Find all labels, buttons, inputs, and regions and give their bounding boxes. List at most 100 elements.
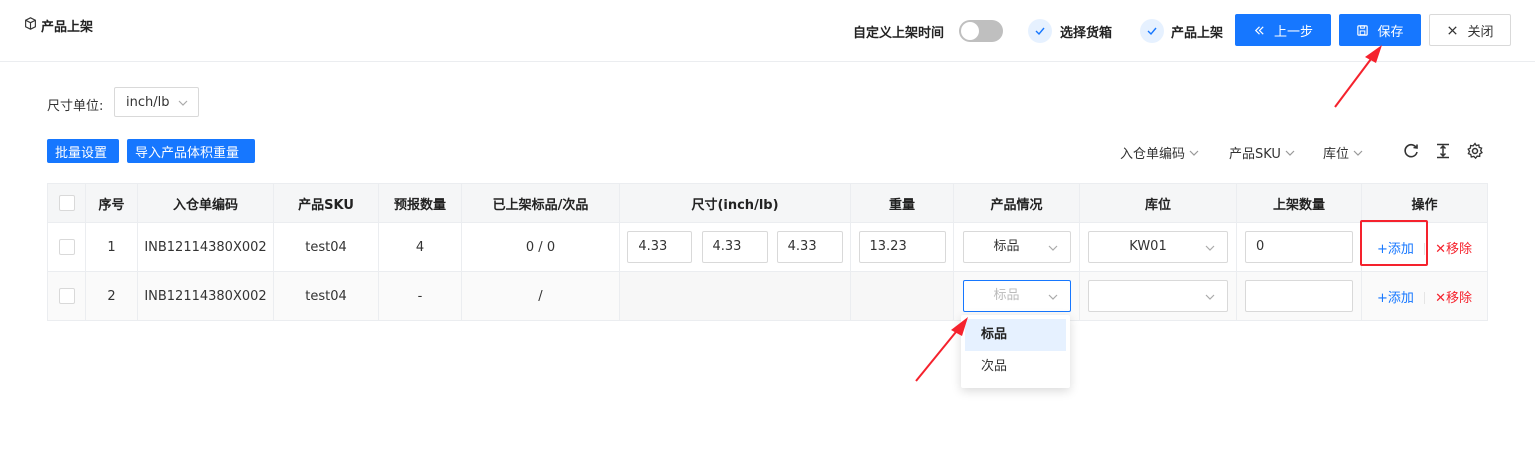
location-select[interactable] [1088, 280, 1228, 312]
col-location: 库位 [1079, 183, 1237, 223]
row-dimension-cell [619, 271, 851, 321]
filter-order-code-label: 入仓单编码 [1120, 147, 1186, 162]
col-weight: 重量 [850, 183, 954, 223]
save-button[interactable]: 保存 [1339, 14, 1421, 46]
save-icon [1357, 24, 1369, 36]
col-condition: 产品情况 [953, 183, 1080, 223]
remove-button[interactable]: ✕移除 [1435, 242, 1472, 257]
chevron-down-icon [1048, 245, 1057, 251]
prev-step-label: 上一步 [1273, 24, 1313, 40]
col-index: 序号 [85, 183, 138, 223]
condition-placeholder: 标品 [993, 288, 1020, 303]
column-height-icon[interactable] [1434, 142, 1452, 160]
col-order-code: 入仓单编码 [137, 183, 274, 223]
chevron-down-icon [1205, 245, 1215, 251]
col-sku: 产品SKU [273, 183, 379, 223]
quantity-input[interactable]: 0 [1245, 231, 1353, 263]
arrow-to-save [1334, 54, 1375, 108]
switch-knob [961, 22, 979, 40]
row-order-code: INB12114380X002 [137, 222, 274, 272]
custom-time-label: 自定义上架时间 [853, 26, 945, 41]
custom-time-switch[interactable] [959, 20, 1003, 42]
height-input[interactable]: 4.33 [776, 231, 843, 263]
chevron-down-icon [1189, 150, 1199, 156]
cube-icon [24, 17, 37, 34]
row-checkbox-cell [47, 222, 86, 272]
check-icon [1028, 19, 1052, 43]
filter-sku[interactable]: 产品SKU [1229, 143, 1295, 162]
row-checkbox-cell [47, 271, 86, 321]
page-header: 产品上架 自定义上架时间 选择货箱 产品上架 上一步 保存 关闭 [0, 0, 1535, 62]
close-label: 关闭 [1467, 24, 1494, 40]
chevron-down-icon [178, 100, 188, 106]
row-quantity-cell [1236, 271, 1362, 321]
length-input[interactable]: 4.33 [627, 231, 693, 263]
save-label: 保存 [1377, 24, 1404, 40]
unit-select[interactable]: inch/lb [114, 87, 199, 117]
dropdown-option-defective[interactable]: 次品 [965, 351, 1066, 383]
weight-input[interactable]: 13.23 [858, 231, 946, 263]
chevron-down-icon [1205, 294, 1215, 300]
row-actions-cell: +添加 ✕移除 [1361, 271, 1488, 321]
page-title: 产品上架 [24, 16, 93, 35]
highlight-box [1360, 220, 1428, 266]
row-checkbox[interactable] [58, 239, 75, 255]
filter-sku-label: 产品SKU [1229, 147, 1281, 162]
row-order-code: INB12114380X002 [137, 271, 274, 321]
row-location-cell [1079, 271, 1237, 321]
refresh-icon[interactable] [1402, 142, 1420, 160]
col-shelved: 已上架标品/次品 [461, 183, 620, 223]
step-product-shelf: 产品上架 [1171, 26, 1224, 41]
width-input[interactable]: 4.33 [701, 231, 768, 263]
row-checkbox[interactable] [58, 288, 75, 304]
location-value: KW01 [1129, 239, 1167, 254]
row-index: 1 [85, 222, 138, 272]
condition-select[interactable]: 标品 [962, 280, 1071, 312]
close-button[interactable]: 关闭 [1429, 14, 1511, 46]
double-chevron-left-icon [1254, 25, 1264, 35]
action-divider [1424, 292, 1425, 304]
table-row: 1 INB12114380X002 test04 4 0 / 0 4.33 4.… [47, 222, 1488, 272]
row-weight-cell: 13.23 [850, 222, 954, 272]
table-header-row: 序号 入仓单编码 产品SKU 预报数量 已上架标品/次品 尺寸(inch/lb)… [47, 183, 1488, 223]
select-all-checkbox[interactable] [58, 195, 75, 211]
gear-icon[interactable] [1466, 142, 1484, 160]
import-volume-weight-label: 导入产品体积重量 [135, 145, 240, 161]
col-forecast: 预报数量 [378, 183, 462, 223]
row-dimension-cell: 4.33 4.33 4.33 [619, 222, 851, 272]
filter-location[interactable]: 库位 [1323, 143, 1363, 162]
row-index: 2 [85, 271, 138, 321]
prev-step-button[interactable]: 上一步 [1235, 14, 1331, 46]
import-volume-weight-button[interactable]: 导入产品体积重量 [127, 139, 255, 163]
check-icon [1140, 19, 1164, 43]
row-forecast: - [378, 271, 462, 321]
row-condition-cell: 标品 [953, 222, 1080, 272]
shelving-table: 序号 入仓单编码 产品SKU 预报数量 已上架标品/次品 尺寸(inch/lb)… [47, 183, 1488, 321]
row-shelved: / [461, 271, 620, 321]
row-quantity-cell: 0 [1236, 222, 1362, 272]
row-shelved: 0 / 0 [461, 222, 620, 272]
condition-select[interactable]: 标品 [962, 231, 1071, 263]
col-actions: 操作 [1361, 183, 1488, 223]
chevron-down-icon [1353, 150, 1363, 156]
select-all-cell [47, 183, 86, 223]
close-icon [1448, 25, 1458, 35]
chevron-down-icon [1285, 150, 1295, 156]
batch-settings-button[interactable]: 批量设置 [47, 139, 119, 163]
row-sku: test04 [273, 271, 379, 321]
filter-location-label: 库位 [1323, 147, 1350, 162]
dropdown-option-standard[interactable]: 标品 [965, 319, 1066, 351]
add-button[interactable]: +添加 [1377, 291, 1414, 306]
location-select[interactable]: KW01 [1088, 231, 1228, 263]
remove-button[interactable]: ✕移除 [1435, 291, 1472, 306]
arrow-to-dropdown [915, 326, 961, 382]
row-sku: test04 [273, 222, 379, 272]
condition-dropdown: 标品 次品 [961, 315, 1070, 388]
filter-order-code[interactable]: 入仓单编码 [1120, 143, 1199, 162]
col-quantity: 上架数量 [1236, 183, 1362, 223]
unit-value: inch/lb [126, 94, 170, 110]
step-select-box: 选择货箱 [1060, 26, 1113, 41]
condition-value: 标品 [993, 239, 1020, 254]
row-weight-cell [850, 271, 954, 321]
quantity-input[interactable] [1245, 280, 1353, 312]
